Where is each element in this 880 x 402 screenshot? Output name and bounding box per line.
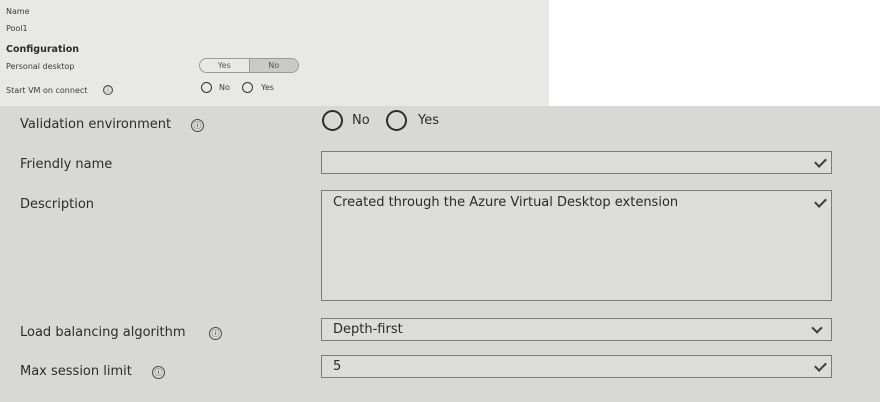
max-session-input[interactable]: 5 (321, 355, 832, 378)
personal-desktop-option-yes[interactable]: Yes (200, 59, 249, 72)
validation-info-icon[interactable]: ⓘ (191, 119, 204, 132)
name-value: Pool1 (6, 24, 28, 33)
name-label: Name (6, 7, 30, 16)
validation-option-no: No (352, 113, 370, 128)
load-balancing-dropdown[interactable]: Depth-first (321, 318, 832, 341)
description-check-icon (814, 195, 827, 208)
personal-desktop-toggle[interactable]: Yes No (199, 58, 299, 73)
validation-radio-yes[interactable] (386, 110, 407, 131)
max-session-label: Max session limit (20, 364, 132, 379)
validation-option-yes: Yes (418, 113, 439, 128)
friendly-name-input[interactable] (321, 151, 832, 174)
personal-desktop-label: Personal desktop (6, 62, 75, 71)
start-vm-radio-no[interactable] (201, 82, 212, 93)
load-balancing-value: Depth-first (333, 322, 403, 337)
blank-area (549, 0, 880, 106)
start-vm-label: Start VM on connect (6, 86, 88, 95)
validation-environment-label: Validation environment (20, 117, 172, 132)
personal-desktop-option-no[interactable]: No (248, 59, 298, 72)
start-vm-info-icon[interactable]: ⓘ (103, 85, 113, 95)
summary-panel: Name Pool1 Configuration Personal deskto… (0, 0, 549, 106)
friendly-name-check-icon (814, 155, 827, 168)
max-session-check-icon (814, 359, 827, 372)
load-balancing-info-icon[interactable]: ⓘ (209, 327, 222, 340)
start-vm-option-yes: Yes (261, 83, 274, 92)
start-vm-option-no: No (219, 83, 230, 92)
start-vm-radio-yes[interactable] (242, 82, 253, 93)
friendly-name-label: Friendly name (20, 157, 113, 172)
description-textarea[interactable]: Created through the Azure Virtual Deskto… (321, 190, 832, 301)
load-balancing-label: Load balancing algorithm (20, 325, 186, 340)
max-session-info-icon[interactable]: ⓘ (152, 366, 165, 379)
validation-radio-no[interactable] (322, 110, 343, 131)
host-pool-form: Validation environment ⓘ No Yes Friendly… (0, 106, 880, 402)
description-value: Created through the Azure Virtual Deskto… (333, 195, 679, 210)
description-label: Description (20, 197, 95, 212)
configuration-heading: Configuration (6, 44, 80, 55)
max-session-value: 5 (333, 359, 342, 374)
chevron-down-icon (811, 322, 823, 334)
